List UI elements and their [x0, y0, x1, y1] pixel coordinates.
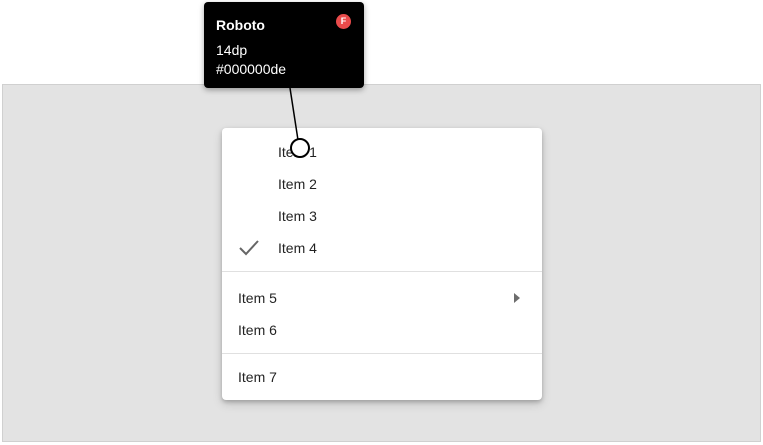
- menu-item-label: Item 6: [238, 322, 277, 338]
- menu-item-label: Item 5: [238, 290, 277, 306]
- font-size: 14dp: [216, 42, 248, 58]
- menu-item-label: Item 1: [278, 144, 317, 160]
- inspector-stage: Item 1 Item 2 Item 3 Item 4 Item 5 Item …: [0, 0, 763, 445]
- font-badge: F: [336, 14, 351, 29]
- menu-item-5[interactable]: Item 5: [222, 282, 542, 314]
- font-name: Roboto: [216, 17, 265, 33]
- menu-item-3[interactable]: Item 3: [222, 200, 542, 232]
- menu-item-6[interactable]: Item 6: [222, 314, 542, 346]
- menu-item-2[interactable]: Item 2: [222, 168, 542, 200]
- font-color: #000000de: [216, 61, 287, 77]
- menu-item-label: Item 2: [278, 176, 317, 192]
- menu-item-1[interactable]: Item 1: [222, 136, 542, 168]
- dropdown-menu: Item 1 Item 2 Item 3 Item 4 Item 5 Item …: [222, 128, 542, 400]
- menu-divider: [222, 271, 542, 272]
- arrow-right-icon: [514, 293, 520, 303]
- check-icon: [239, 240, 259, 256]
- menu-divider: [222, 353, 542, 354]
- menu-item-4[interactable]: Item 4: [222, 232, 542, 264]
- menu-item-label: Item 4: [278, 240, 317, 256]
- typography-tooltip: Roboto F 14dp #000000de: [204, 2, 364, 88]
- menu-item-7[interactable]: Item 7: [222, 361, 542, 393]
- menu-item-label: Item 7: [238, 369, 277, 385]
- menu-item-label: Item 3: [278, 208, 317, 224]
